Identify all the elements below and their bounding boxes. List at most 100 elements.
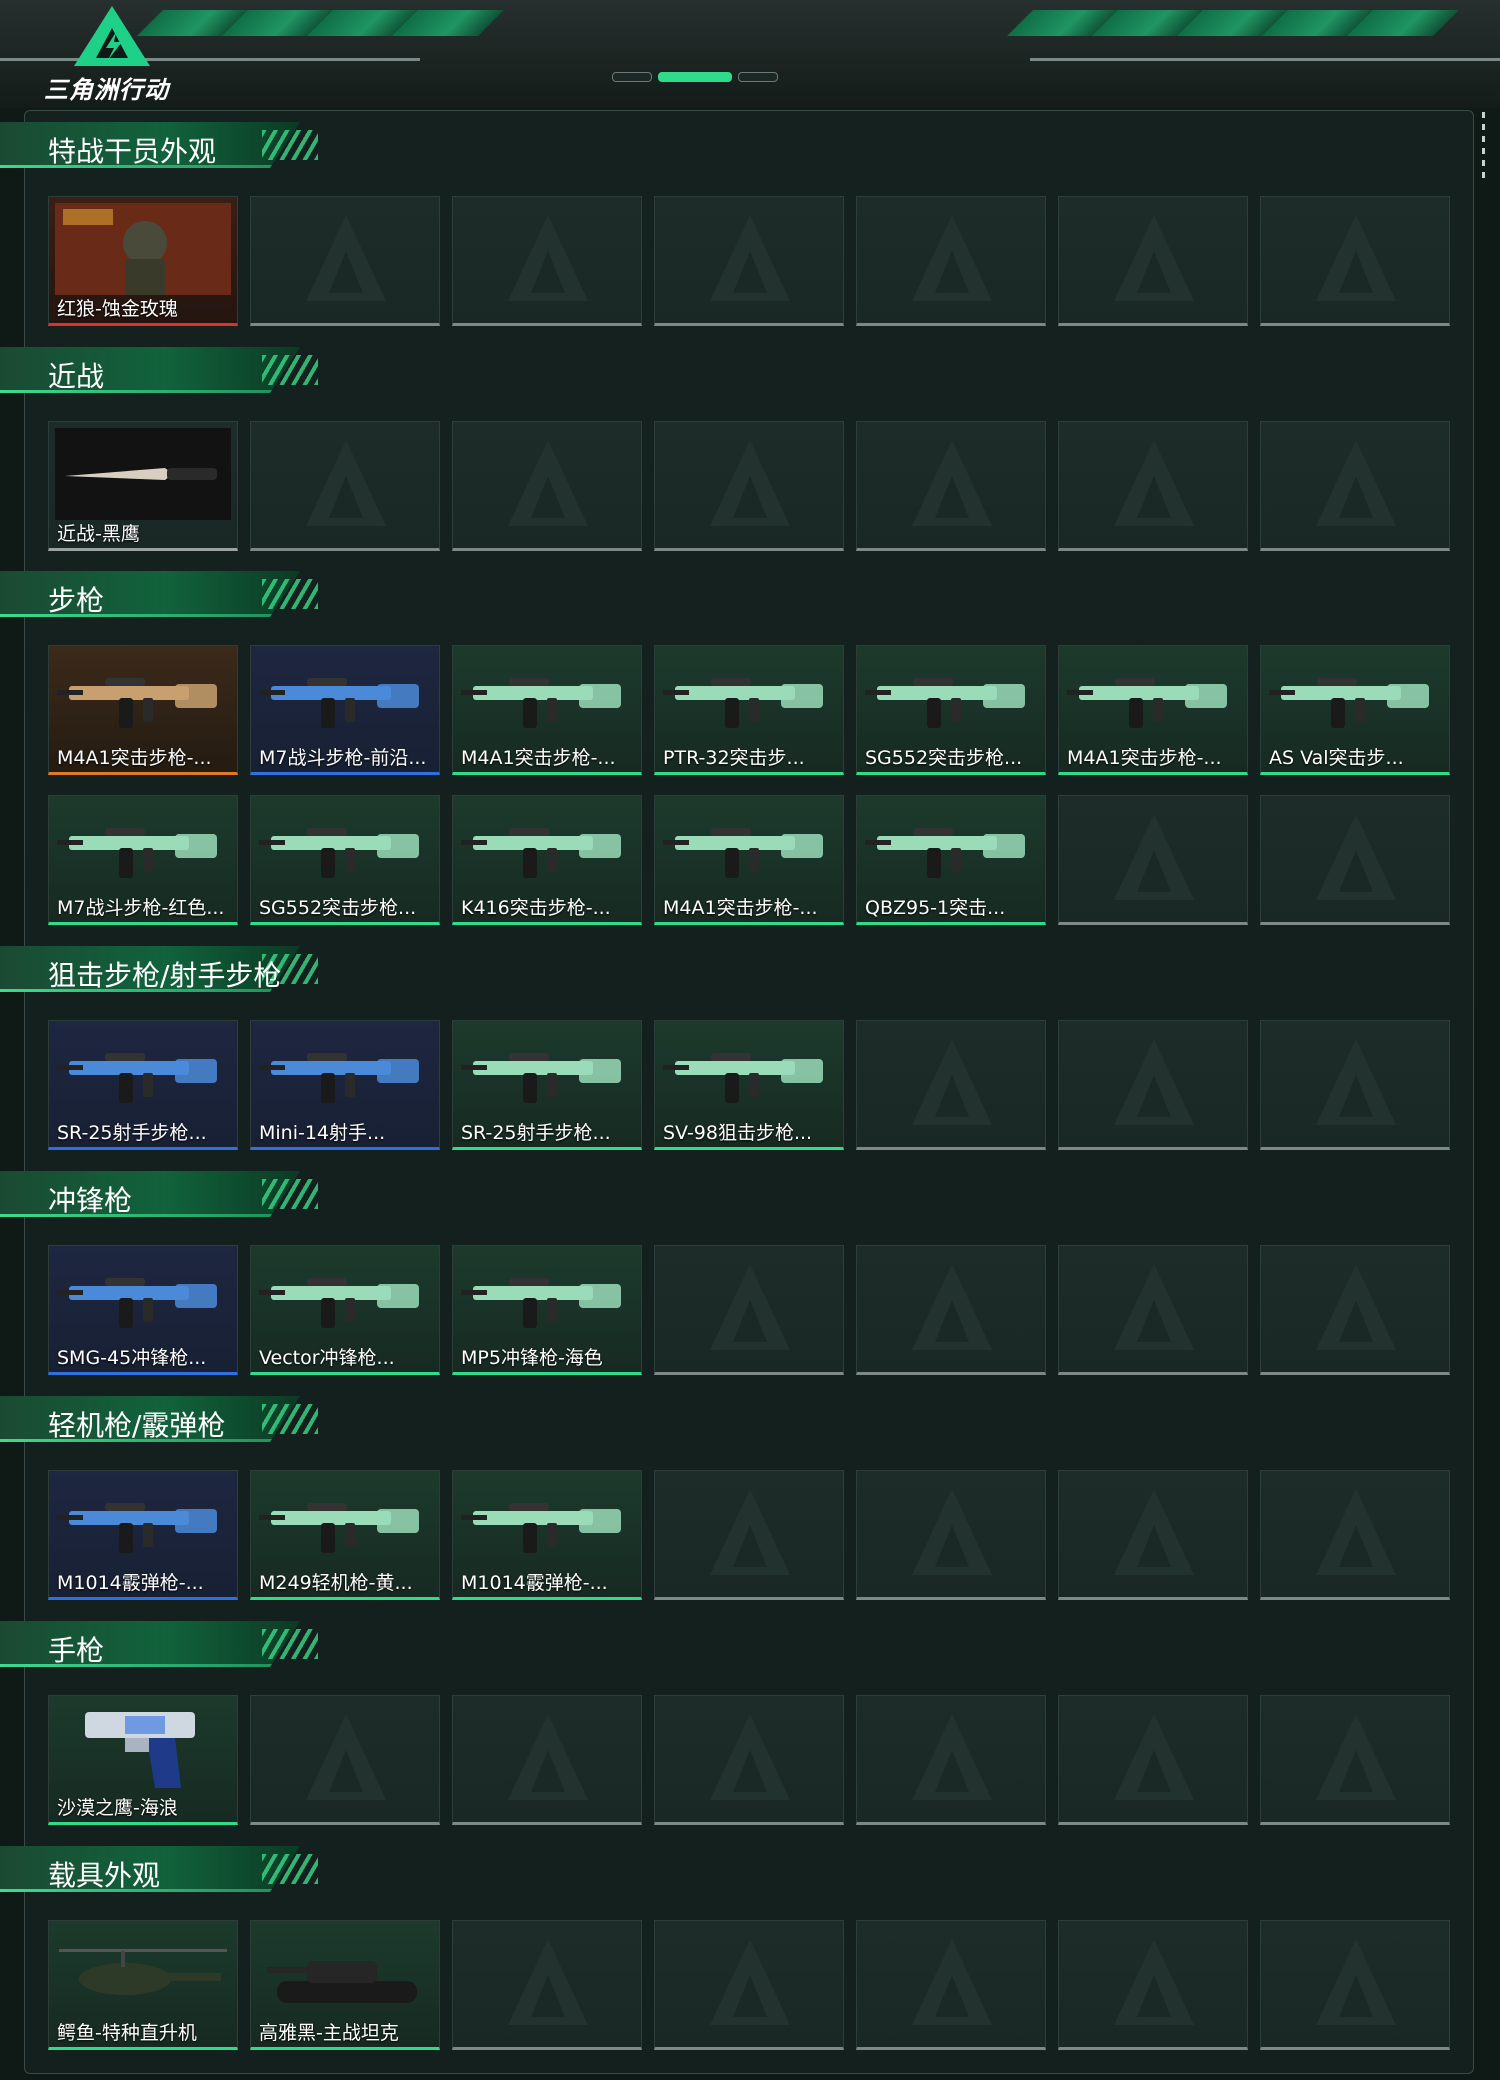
item-card[interactable]: Mini-14射手... bbox=[250, 1020, 440, 1150]
empty-slot bbox=[1260, 1020, 1450, 1150]
item-card[interactable]: M4A1突击步枪-... bbox=[48, 645, 238, 775]
item-card[interactable]: M4A1突击步枪-... bbox=[654, 795, 844, 925]
empty-slot bbox=[1058, 1020, 1248, 1150]
empty-slot bbox=[1058, 1695, 1248, 1825]
item-card[interactable]: SG552突击步枪... bbox=[856, 645, 1046, 775]
item-card[interactable]: SMG-45冲锋枪... bbox=[48, 1245, 238, 1375]
item-card[interactable]: M7战斗步枪-前沿... bbox=[250, 645, 440, 775]
item-card[interactable]: K416突击步枪-... bbox=[452, 795, 642, 925]
item-label: M7战斗步枪-前沿... bbox=[259, 747, 427, 769]
item-card[interactable]: SR-25射手步枪... bbox=[48, 1020, 238, 1150]
item-label: K416突击步枪-... bbox=[461, 897, 611, 919]
delta-logo-icon bbox=[74, 6, 150, 66]
empty-slot bbox=[1058, 1470, 1248, 1600]
section-title: 手枪 bbox=[48, 1634, 105, 1667]
sniper-rifle-icon bbox=[259, 1053, 419, 1103]
section-header: 步枪 bbox=[0, 571, 325, 621]
section-header: 冲锋枪 bbox=[0, 1171, 325, 1221]
empty-slot bbox=[1058, 1245, 1248, 1375]
item-card[interactable]: QBZ95-1突击... bbox=[856, 795, 1046, 925]
item-card[interactable]: M7战斗步枪-红色... bbox=[48, 795, 238, 925]
page-dot-active[interactable] bbox=[658, 72, 732, 82]
item-card[interactable]: 红狼-蚀金玫瑰 bbox=[48, 196, 238, 326]
empty-slot bbox=[250, 196, 440, 326]
rifle-icon bbox=[865, 828, 1025, 878]
item-label: M4A1突击步枪-... bbox=[663, 897, 818, 919]
item-label: AS Val突击步... bbox=[1269, 747, 1404, 769]
rifle-icon bbox=[461, 678, 621, 728]
page-indicator[interactable] bbox=[612, 72, 778, 82]
empty-slot bbox=[1058, 196, 1248, 326]
item-grid: M4A1突击步枪-... M7战斗步枪-前沿... M4A1突击步枪-... P… bbox=[48, 645, 1450, 925]
item-label: 红狼-蚀金玫瑰 bbox=[57, 298, 178, 320]
rifle-icon bbox=[259, 678, 419, 728]
item-label: 高雅黑-主战坦克 bbox=[259, 2022, 399, 2044]
item-card[interactable]: M249轻机枪-黄... bbox=[250, 1470, 440, 1600]
empty-slot bbox=[452, 1920, 642, 2050]
rifle-icon bbox=[57, 678, 217, 728]
lmg-icon bbox=[259, 1503, 419, 1553]
empty-slot bbox=[452, 421, 642, 551]
item-label: 沙漠之鹰-海浪 bbox=[57, 1797, 178, 1819]
page-dot[interactable] bbox=[612, 72, 652, 82]
item-label: M1014霰弹枪-... bbox=[461, 1572, 608, 1594]
item-card[interactable]: Vector冲锋枪... bbox=[250, 1245, 440, 1375]
empty-slot bbox=[1260, 1920, 1450, 2050]
rifle-icon bbox=[663, 678, 823, 728]
item-card[interactable]: MP5冲锋枪-海色 bbox=[452, 1245, 642, 1375]
scrollbar[interactable] bbox=[1482, 112, 1488, 178]
header-divider bbox=[1030, 58, 1500, 61]
rifle-icon bbox=[865, 678, 1025, 728]
item-card[interactable]: M1014霰弹枪-... bbox=[452, 1470, 642, 1600]
item-card[interactable]: SR-25射手步枪... bbox=[452, 1020, 642, 1150]
item-card[interactable]: SG552突击步枪... bbox=[250, 795, 440, 925]
rifle-icon bbox=[1067, 678, 1227, 728]
smg-icon bbox=[57, 1278, 217, 1328]
empty-slot bbox=[654, 1470, 844, 1600]
empty-slot bbox=[1260, 421, 1450, 551]
item-label: SV-98狙击步枪... bbox=[663, 1122, 813, 1144]
item-label: SR-25射手步枪... bbox=[57, 1122, 207, 1144]
item-card[interactable]: M1014霰弹枪-... bbox=[48, 1470, 238, 1600]
empty-slot bbox=[452, 196, 642, 326]
empty-slot bbox=[1260, 196, 1450, 326]
empty-slot bbox=[654, 196, 844, 326]
item-label: M249轻机枪-黄... bbox=[259, 1572, 413, 1594]
item-card[interactable]: M4A1突击步枪-... bbox=[1058, 645, 1248, 775]
section-header: 狙击步枪/射手步枪 bbox=[0, 946, 325, 996]
item-card[interactable]: AS Val突击步... bbox=[1260, 645, 1450, 775]
empty-slot bbox=[856, 421, 1046, 551]
page-dot[interactable] bbox=[738, 72, 778, 82]
tank-icon bbox=[267, 1961, 417, 2003]
section-header-bar bbox=[0, 347, 300, 393]
item-label: M4A1突击步枪-... bbox=[57, 747, 212, 769]
section-title: 冲锋枪 bbox=[48, 1184, 133, 1217]
rifle-icon bbox=[259, 828, 419, 878]
item-card[interactable]: M4A1突击步枪-... bbox=[452, 645, 642, 775]
item-label: SMG-45冲锋枪... bbox=[57, 1347, 207, 1369]
item-card[interactable]: PTR-32突击步... bbox=[654, 645, 844, 775]
section-header-decor bbox=[262, 130, 318, 160]
section-title: 特战干员外观 bbox=[48, 135, 217, 168]
sniper-rifle-icon bbox=[57, 1053, 217, 1103]
item-card[interactable]: 鳄鱼-特种直升机 bbox=[48, 1920, 238, 2050]
item-label: PTR-32突击步... bbox=[663, 747, 805, 769]
item-label: M7战斗步枪-红色... bbox=[57, 897, 225, 919]
item-card[interactable]: 近战-黑鹰 bbox=[48, 421, 238, 551]
item-card[interactable]: 沙漠之鹰-海浪 bbox=[48, 1695, 238, 1825]
header-divider bbox=[0, 58, 420, 61]
item-grid: M1014霰弹枪-... M249轻机枪-黄... M1014霰弹枪-... bbox=[48, 1470, 1450, 1600]
item-label: QBZ95-1突击... bbox=[865, 897, 1006, 919]
item-grid: SR-25射手步枪... Mini-14射手... SR-25射手步枪... S… bbox=[48, 1020, 1450, 1150]
item-grid: 近战-黑鹰 bbox=[48, 421, 1450, 551]
item-label: Mini-14射手... bbox=[259, 1122, 386, 1144]
item-card[interactable]: SV-98狙击步枪... bbox=[654, 1020, 844, 1150]
section-title: 近战 bbox=[48, 360, 105, 393]
helicopter-icon bbox=[59, 1949, 227, 1995]
section-header-decor bbox=[262, 1404, 318, 1434]
top-header: 三角洲行动 bbox=[0, 0, 1500, 108]
item-label: SG552突击步枪... bbox=[259, 897, 417, 919]
empty-slot bbox=[856, 1020, 1046, 1150]
item-card[interactable]: 高雅黑-主战坦克 bbox=[250, 1920, 440, 2050]
item-label: M4A1突击步枪-... bbox=[1067, 747, 1222, 769]
